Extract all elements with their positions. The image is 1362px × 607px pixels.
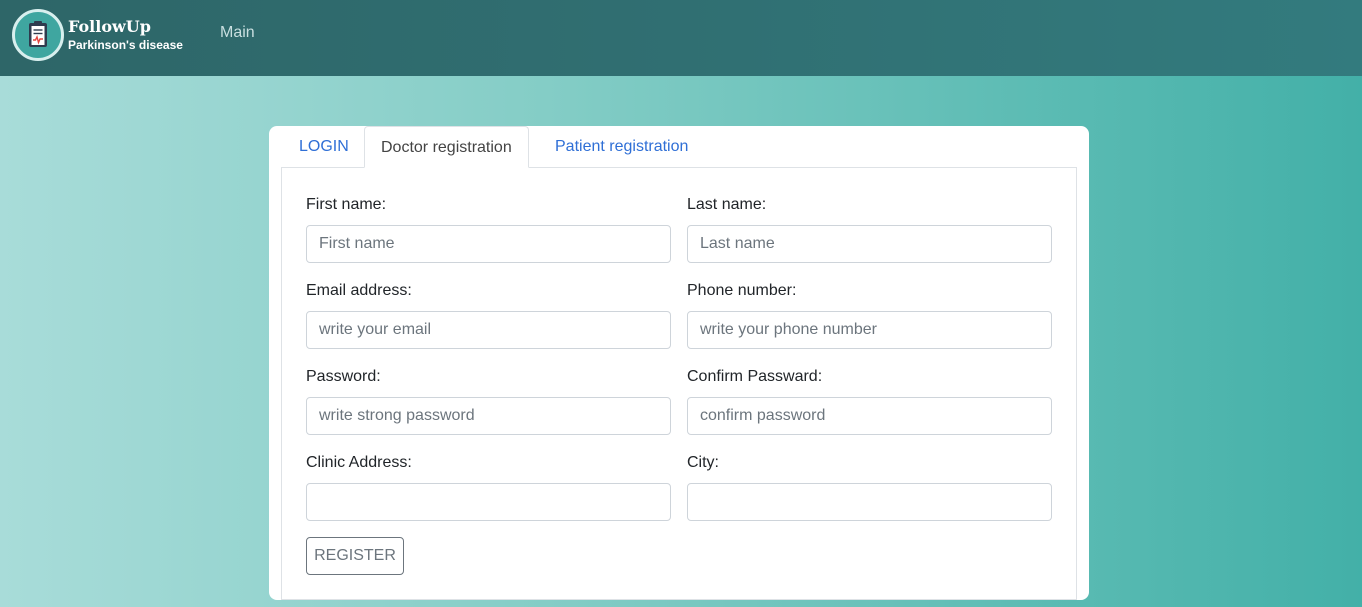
tab-login[interactable]: LOGIN bbox=[283, 126, 365, 168]
password-label: Password: bbox=[306, 368, 381, 385]
phone-label: Phone number: bbox=[687, 282, 797, 299]
last-name-input[interactable] bbox=[687, 225, 1052, 263]
nav-main-link[interactable]: Main bbox=[220, 24, 255, 42]
first-name-label: First name: bbox=[306, 196, 387, 213]
clinic-address-input[interactable] bbox=[306, 483, 671, 521]
navbar: FollowUp Parkinson's disease Main bbox=[0, 0, 1362, 76]
password-input[interactable] bbox=[306, 397, 671, 435]
register-button[interactable]: REGISTER bbox=[306, 537, 404, 575]
clipboard-icon[interactable] bbox=[12, 9, 64, 61]
last-name-label: Last name: bbox=[687, 196, 767, 213]
phone-input[interactable] bbox=[687, 311, 1052, 349]
brand-subtitle: Parkinson's disease bbox=[68, 38, 183, 52]
confirm-password-label: Confirm Passward: bbox=[687, 368, 823, 385]
city-input[interactable] bbox=[687, 483, 1052, 521]
tab-doctor-registration[interactable]: Doctor registration bbox=[364, 126, 529, 168]
first-name-input[interactable] bbox=[306, 225, 671, 263]
tab-patient-registration[interactable]: Patient registration bbox=[539, 126, 704, 168]
registration-card: LOGIN Doctor registration Patient regist… bbox=[269, 126, 1089, 600]
brand-title[interactable]: FollowUp bbox=[68, 17, 151, 36]
city-label: City: bbox=[687, 454, 719, 471]
clinic-address-label: Clinic Address: bbox=[306, 454, 412, 471]
email-input[interactable] bbox=[306, 311, 671, 349]
email-label: Email address: bbox=[306, 282, 412, 299]
confirm-password-input[interactable] bbox=[687, 397, 1052, 435]
